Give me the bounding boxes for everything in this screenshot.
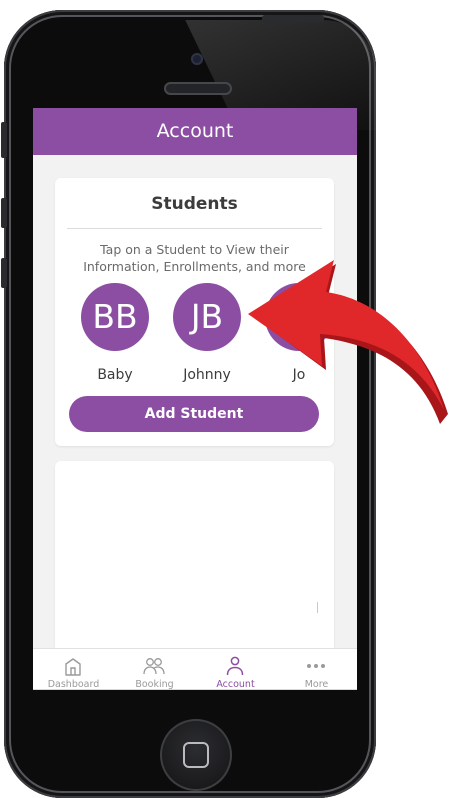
- volume-up-button: [1, 198, 7, 228]
- more-dots-icon: [307, 664, 325, 668]
- front-camera: [191, 53, 203, 65]
- bottom-tab-bar: Dashboard Booking Account More: [33, 648, 357, 690]
- student-avatar: BB: [81, 283, 149, 351]
- mute-switch: [1, 122, 7, 158]
- person-icon: [226, 656, 244, 676]
- home-icon: [65, 658, 81, 676]
- scroll-indicator: [317, 602, 318, 613]
- home-button: [160, 719, 232, 791]
- screen-bottom-edge: [33, 689, 357, 690]
- student-avatar: JB: [173, 283, 241, 351]
- students-title: Students: [151, 194, 238, 214]
- volume-down-button: [1, 258, 7, 288]
- card-divider: [67, 228, 322, 229]
- page-title: Account: [156, 120, 234, 142]
- home-button-square-icon: [183, 742, 209, 768]
- power-button: [262, 15, 324, 23]
- student-item-johnny[interactable]: JB Johnny: [167, 283, 247, 383]
- app-header: Account: [33, 108, 357, 155]
- student-name: Baby: [97, 367, 133, 383]
- tab-booking[interactable]: Booking: [114, 649, 195, 690]
- people-icon: [143, 658, 165, 675]
- red-arrow-annotation: [248, 260, 448, 424]
- students-hint-line-1: Tap on a Student to View their: [100, 242, 289, 257]
- student-item-baby[interactable]: BB Baby: [75, 283, 155, 383]
- tab-account[interactable]: Account: [195, 649, 276, 690]
- tab-more[interactable]: More: [276, 649, 357, 690]
- tab-dashboard[interactable]: Dashboard: [33, 649, 114, 690]
- earpiece-speaker: [164, 82, 232, 95]
- student-name: Johnny: [183, 367, 231, 383]
